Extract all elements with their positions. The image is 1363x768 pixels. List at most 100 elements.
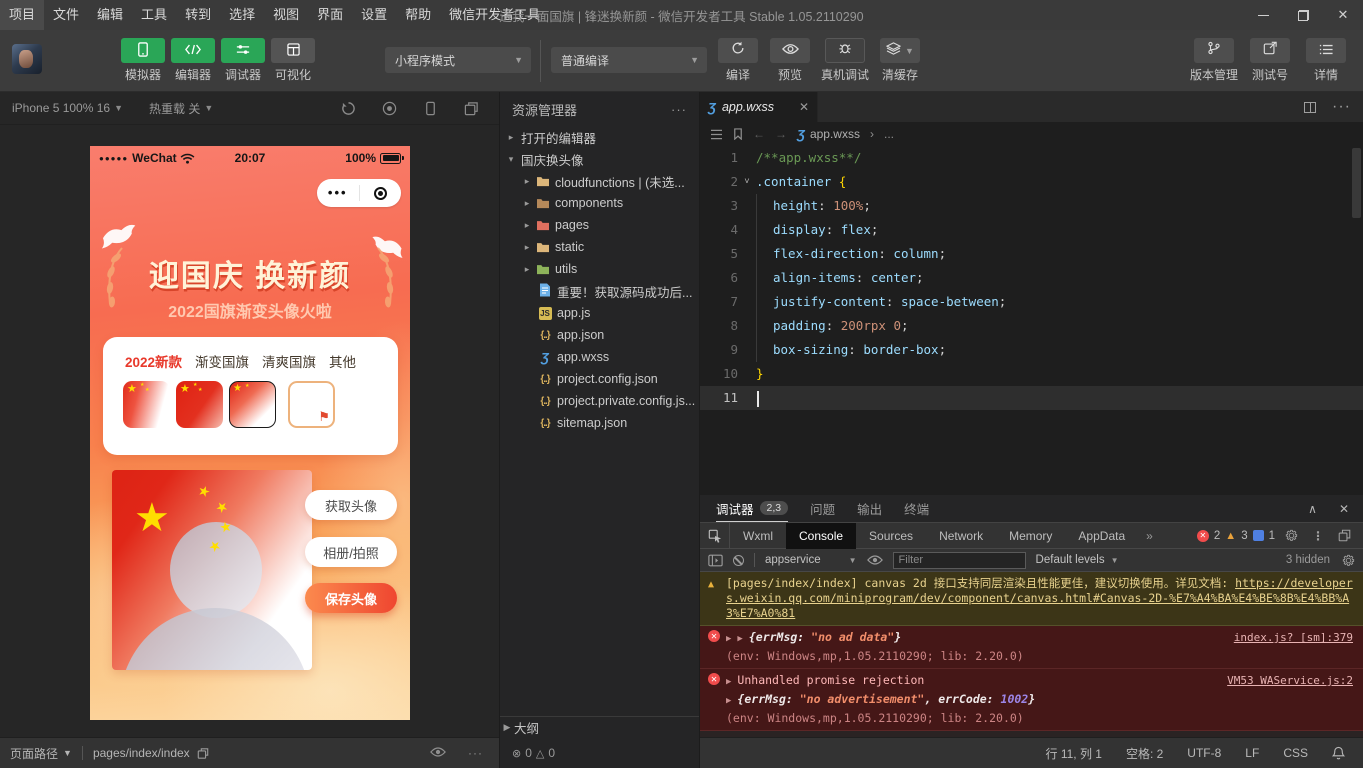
code-line[interactable]: 5flex-direction: column; xyxy=(700,242,1363,266)
console-filter-input[interactable]: Filter xyxy=(893,552,1026,569)
eol-setting[interactable]: LF xyxy=(1245,746,1259,760)
devtools-tab-memory[interactable]: Memory xyxy=(996,523,1065,549)
action-button[interactable] xyxy=(718,38,758,63)
console-drawer-icon[interactable] xyxy=(708,554,723,567)
capsule-close-button[interactable] xyxy=(360,187,402,200)
tree-item[interactable]: ▾国庆换头像 xyxy=(500,148,699,170)
page-path-select[interactable]: 页面路径 ▼ xyxy=(10,745,72,762)
menu-item[interactable]: 选择 xyxy=(220,0,264,30)
hidden-messages-label[interactable]: 3 hidden xyxy=(1286,554,1330,566)
menu-item[interactable]: 设置 xyxy=(352,0,396,30)
error-source-link[interactable]: index.js? [sm]:379 xyxy=(1222,630,1353,645)
tree-item[interactable]: Ʒapp.wxss xyxy=(500,346,699,368)
more-tabs-icon[interactable]: » xyxy=(1138,529,1161,543)
tree-item[interactable]: ▸pages xyxy=(500,214,699,236)
code-line[interactable]: 11 xyxy=(700,386,1363,410)
tree-item[interactable]: JSapp.js xyxy=(500,302,699,324)
action-button[interactable] xyxy=(1306,38,1346,63)
tree-item[interactable]: ▸utils xyxy=(500,258,699,280)
compile-mode-select[interactable]: 普通编译 ▼ xyxy=(551,47,707,73)
warning-badge-count[interactable]: 3 xyxy=(1241,530,1247,542)
menu-item[interactable]: 编辑 xyxy=(88,0,132,30)
problems-summary[interactable]: ⊗ 0 △ 0 xyxy=(500,738,699,768)
console-settings-icon[interactable] xyxy=(1342,554,1355,567)
code-line[interactable]: 4display: flex; xyxy=(700,218,1363,242)
breadcrumb-file[interactable]: Ʒ app.wxss xyxy=(797,127,860,142)
tree-item[interactable]: ▸components xyxy=(500,192,699,214)
code-line[interactable]: 9box-sizing: border-box; xyxy=(700,338,1363,362)
eye-icon[interactable] xyxy=(867,554,883,566)
menu-item[interactable]: 项目 xyxy=(0,0,44,30)
flag-category-tab[interactable]: 渐变国旗 xyxy=(195,351,249,371)
tree-item[interactable]: ▸static xyxy=(500,236,699,258)
minimize-button[interactable] xyxy=(1243,0,1283,30)
clear-console-icon[interactable] xyxy=(733,555,744,566)
tree-item[interactable]: ▸打开的编辑器 xyxy=(500,126,699,148)
menu-item[interactable]: 帮助 xyxy=(396,0,440,30)
action-button[interactable] xyxy=(1194,38,1234,63)
expand-icon[interactable]: ▶ xyxy=(726,694,731,709)
hot-reload-select[interactable]: 热重载 关 ▼ xyxy=(149,100,213,117)
devtools-tab-console[interactable]: Console xyxy=(786,523,856,549)
save-avatar-button[interactable]: 保存头像 xyxy=(305,583,397,613)
breadcrumb-more[interactable]: ... xyxy=(884,127,894,141)
debugger-tab-终端[interactable]: 终端 xyxy=(904,495,929,522)
code-line[interactable]: 8padding: 200rpx 0; xyxy=(700,314,1363,338)
mode-select[interactable]: 小程序模式 ▼ xyxy=(385,47,531,73)
avatar-preview[interactable]: ★ ★ ★ ★ ★ xyxy=(112,470,312,670)
devtools-settings-icon[interactable] xyxy=(1285,529,1298,542)
restore-button[interactable] xyxy=(1283,0,1323,30)
console-warning-message[interactable]: ▲ [pages/index/index] canvas 2d 接口支持同层渲染… xyxy=(700,572,1363,626)
expand-icon[interactable]: ▶ xyxy=(726,675,731,690)
device-frame-icon[interactable] xyxy=(423,101,438,116)
flag-style-option-4[interactable]: ⚑ xyxy=(288,381,335,428)
notifications-bell-icon[interactable] xyxy=(1332,746,1345,760)
toggle-button[interactable] xyxy=(271,38,315,63)
device-select[interactable]: iPhone 5 100% 16 ▼ xyxy=(12,101,123,115)
cursor-position[interactable]: 行 11, 列 1 xyxy=(1045,745,1101,762)
fold-icon[interactable]: ˅ xyxy=(738,170,756,194)
code-editor[interactable]: 1/**app.wxss**/2˅.container {3height: 10… xyxy=(700,146,1363,495)
console-error-message-1[interactable]: ✕ ▶ ▶ {errMsg: "no ad data"} index.js? [… xyxy=(700,626,1363,669)
close-panel-icon[interactable]: ✕ xyxy=(1339,502,1349,516)
tree-item[interactable]: ▸cloudfunctions | (未选... xyxy=(500,170,699,192)
user-avatar[interactable] xyxy=(12,44,42,74)
kebab-menu-icon[interactable]: ⋮ xyxy=(1312,529,1324,543)
nav-back-icon[interactable]: ← xyxy=(753,127,765,141)
tree-item[interactable]: {..}app.json xyxy=(500,324,699,346)
error-object-preview[interactable]: {errMsg: "no advertisement", errCode: 10… xyxy=(737,692,1035,707)
editor-scrollbar[interactable] xyxy=(1352,148,1361,218)
code-line[interactable]: 7justify-content: space-between; xyxy=(700,290,1363,314)
capsule-more-button[interactable]: ••• xyxy=(317,188,359,198)
menu-item[interactable]: 视图 xyxy=(264,0,308,30)
tree-item[interactable]: {..}sitemap.json xyxy=(500,412,699,434)
expand-icon[interactable]: ▶ xyxy=(726,632,731,647)
error-source-link[interactable]: VM53 WAService.js:2 xyxy=(1215,673,1353,688)
flag-category-tab[interactable]: 2022新款 xyxy=(125,351,182,371)
action-button[interactable]: ▼ xyxy=(880,38,920,63)
rotate-icon[interactable] xyxy=(341,101,356,116)
error-object-preview[interactable]: {errMsg: "no ad data"} xyxy=(749,630,901,645)
split-editor-icon[interactable] xyxy=(1304,102,1316,113)
close-button[interactable]: ✕ xyxy=(1323,0,1363,30)
debugger-tab-问题[interactable]: 问题 xyxy=(810,495,835,522)
undock-icon[interactable] xyxy=(1338,529,1351,542)
record-icon[interactable] xyxy=(382,101,397,116)
console-error-message-2[interactable]: ✕ ▶ Unhandled promise rejection VM53 WAS… xyxy=(700,669,1363,731)
menu-item[interactable]: 文件 xyxy=(44,0,88,30)
tree-item[interactable]: {..}project.private.config.js... xyxy=(500,390,699,412)
tree-item[interactable]: 重要！获取源码成功后... xyxy=(500,280,699,302)
outline-section[interactable]: ▶ 大纲 xyxy=(500,716,699,738)
toggle-button[interactable] xyxy=(121,38,165,63)
code-line[interactable]: 10} xyxy=(700,362,1363,386)
flag-category-tab[interactable]: 其他 xyxy=(329,351,356,371)
editor-tab-app-wxss[interactable]: Ʒ app.wxss ✕ xyxy=(700,92,818,122)
toggle-button[interactable] xyxy=(171,38,215,63)
code-line[interactable]: 3height: 100%; xyxy=(700,194,1363,218)
menu-item[interactable]: 界面 xyxy=(308,0,352,30)
code-line[interactable]: 1/**app.wxss**/ xyxy=(700,146,1363,170)
tree-item[interactable]: {..}project.config.json xyxy=(500,368,699,390)
devtools-tab-wxml[interactable]: Wxml xyxy=(730,523,786,549)
debugger-tab-输出[interactable]: 输出 xyxy=(857,495,882,522)
outline-list-icon[interactable] xyxy=(710,129,723,140)
